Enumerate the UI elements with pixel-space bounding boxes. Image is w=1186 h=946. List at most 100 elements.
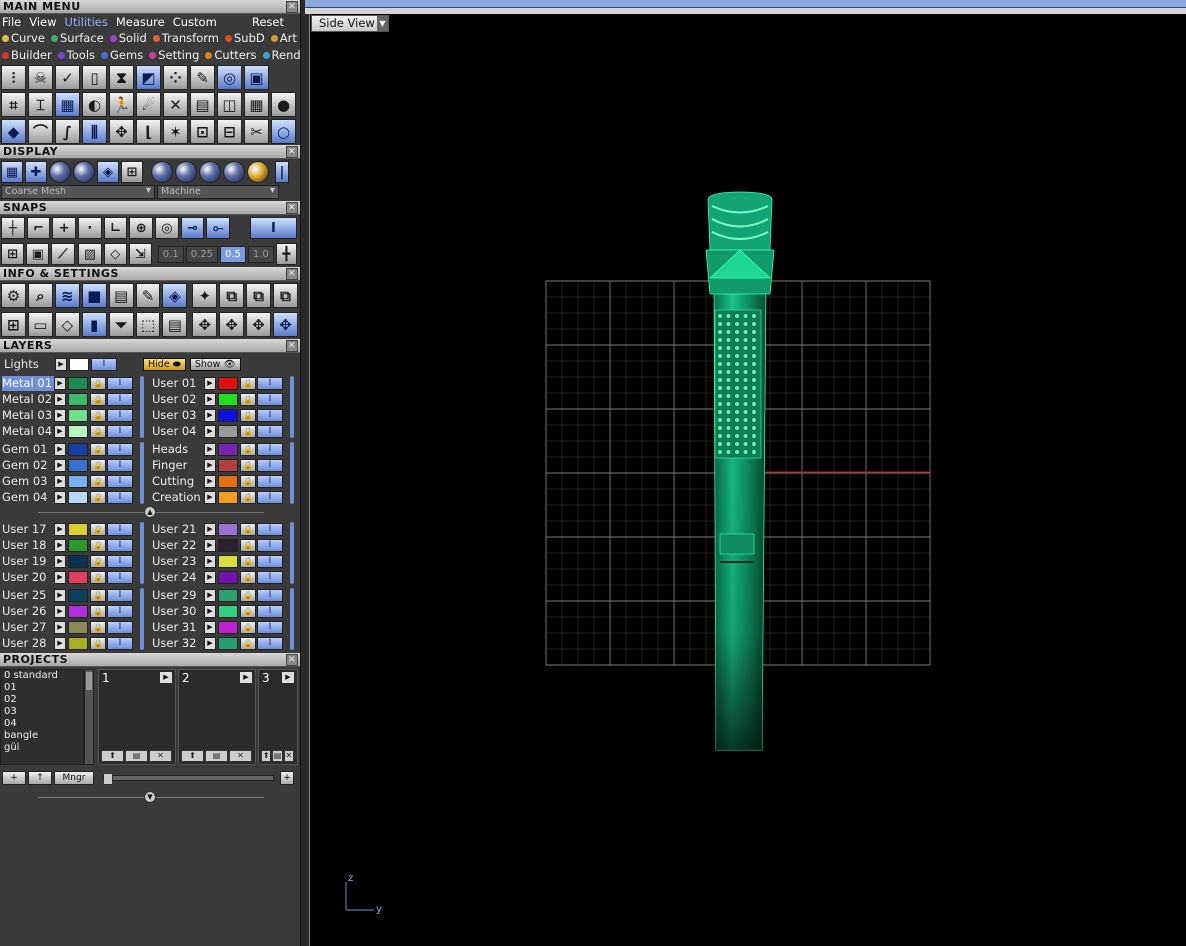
wire-cube-icon[interactable]: ◇ [54, 312, 80, 337]
layer-color-swatch[interactable] [218, 538, 238, 552]
snap-circle-icon[interactable]: ⊕ [129, 217, 154, 239]
layer-name[interactable]: User 21 [152, 522, 204, 537]
visibility-toggle[interactable]: I [107, 408, 133, 422]
layer-color-swatch[interactable] [68, 604, 88, 618]
half-sphere-icon[interactable]: ◐ [82, 92, 107, 117]
layer-row[interactable]: User 27 ▶ 🔒 I [0, 619, 150, 635]
play-icon[interactable]: ▶ [54, 376, 66, 390]
lock-icon[interactable]: 🔒 [240, 636, 256, 650]
visibility-toggle[interactable]: I [107, 620, 133, 634]
category-curve[interactable]: Curve [2, 30, 48, 47]
lock-icon[interactable]: 🔒 [90, 424, 106, 438]
layer-color-swatch[interactable] [218, 522, 238, 536]
show-all-button[interactable]: Show 👁 [189, 357, 241, 371]
layer-name[interactable]: User 31 [152, 620, 204, 635]
lock-icon[interactable]: 🔒 [240, 490, 256, 504]
delete-icon[interactable]: ✕ [283, 750, 294, 762]
layer-name[interactable]: User 25 [2, 588, 54, 603]
play-icon[interactable]: ▶ [282, 672, 294, 683]
play-icon[interactable]: ▶ [54, 474, 66, 488]
copy-1-icon[interactable]: ⧉ [219, 283, 245, 308]
lock-icon[interactable]: 🔒 [240, 620, 256, 634]
layer-name[interactable]: User 28 [2, 636, 54, 651]
layer-name[interactable]: User 19 [2, 554, 54, 569]
runner-icon[interactable]: 🏃 [109, 92, 134, 117]
play-icon[interactable]: ▶ [54, 458, 66, 472]
skull-icon[interactable]: ☠ [28, 65, 53, 90]
snap-cube-icon[interactable]: ▣ [26, 243, 50, 265]
layer-row[interactable]: User 20 ▶ 🔒 I [0, 569, 150, 585]
category-solid[interactable]: Solid [109, 30, 150, 47]
snap-angle-icon[interactable]: ∟ [103, 217, 128, 239]
menu-custom[interactable]: Custom [173, 14, 217, 30]
layer-row[interactable]: Cutting ▶ 🔒 I [150, 473, 300, 489]
view-selector[interactable]: Side View ▼ [311, 15, 389, 32]
burst-icon[interactable]: ✶ [163, 119, 188, 144]
drop-icon[interactable]: ⌊ [136, 119, 161, 144]
snap-curve-icon[interactable]: ⌐ [26, 217, 51, 239]
snap-crosshair-icon[interactable]: ╋ [275, 243, 298, 265]
layer-color-swatch[interactable] [218, 474, 238, 488]
play-icon[interactable]: ▶ [204, 490, 216, 504]
hide-all-button[interactable]: Hide ⬬ [143, 357, 186, 371]
menu-measure[interactable]: Measure [116, 14, 165, 30]
visibility-toggle[interactable]: I [257, 490, 283, 504]
play-icon[interactable]: ▶ [54, 490, 66, 504]
snap-value-1.0[interactable]: 1.0 [247, 245, 274, 263]
ball-icon[interactable]: ● [271, 92, 296, 117]
project-item[interactable]: 0 standard [4, 670, 83, 682]
layer-color-swatch[interactable] [218, 442, 238, 456]
filter-icon[interactable]: ⏷ [108, 312, 134, 337]
layer-row[interactable]: User 28 ▶ 🔒 I [0, 635, 150, 651]
play-icon[interactable]: ▶ [204, 408, 216, 422]
close-icon[interactable]: ✕ [286, 340, 298, 352]
pencil-icon[interactable]: ✎ [190, 65, 215, 90]
visibility-toggle[interactable]: I [107, 538, 133, 552]
visibility-toggle[interactable]: I [107, 458, 133, 472]
visibility-toggle[interactable]: I [107, 588, 133, 602]
delete-icon[interactable]: ✕ [149, 750, 172, 762]
report-icon[interactable]: ▤ [162, 312, 188, 337]
save-icon[interactable]: ▤ [205, 750, 228, 762]
category-cutters[interactable]: Cutters [205, 47, 259, 64]
layer-name[interactable]: User 17 [2, 522, 54, 537]
play-icon[interactable]: ▶ [54, 408, 66, 422]
lock-icon[interactable]: 🔒 [240, 604, 256, 618]
axis-3-icon[interactable]: ✥ [246, 312, 272, 337]
menu-view[interactable]: View [29, 14, 56, 30]
visibility-toggle[interactable]: I [107, 376, 133, 390]
layer-name[interactable]: User 20 [2, 570, 54, 585]
reset-button[interactable]: Reset [252, 14, 284, 30]
box-icon[interactable]: ◫ [217, 92, 242, 117]
layer-name[interactable]: Gem 03 [2, 474, 54, 489]
snap-value-0.5[interactable]: 0.5 [219, 245, 246, 263]
layer-color-swatch[interactable] [68, 620, 88, 634]
visibility-toggle[interactable]: I [257, 620, 283, 634]
project-item[interactable]: 02 [4, 694, 83, 706]
layer-color-swatch[interactable] [68, 554, 88, 568]
mirror-icon[interactable]: ⊟ [217, 119, 242, 144]
lock-icon[interactable]: 🔒 [240, 588, 256, 602]
layer-name[interactable]: Gem 01 [2, 442, 54, 457]
play-icon[interactable]: ▶ [54, 620, 66, 634]
axis-2-icon[interactable]: ✥ [219, 312, 245, 337]
project-item[interactable]: 04 [4, 718, 83, 730]
project-item[interactable]: bangle [4, 730, 83, 742]
lock-icon[interactable]: 🔒 [240, 442, 256, 456]
layer-name[interactable]: Heads [152, 442, 204, 457]
snap-grid-icon[interactable]: ⊞ [1, 243, 25, 265]
load-icon[interactable]: ⬆ [261, 750, 272, 762]
object-icon[interactable]: ■ [81, 283, 107, 308]
layer-name[interactable]: Metal 04 [2, 424, 54, 439]
snap-pen-icon[interactable]: ⟋ [51, 243, 75, 265]
lock-icon[interactable]: 🔒 [90, 620, 106, 634]
play-icon[interactable]: ▶ [204, 554, 216, 568]
settings-icon[interactable]: ⚙ [1, 283, 26, 308]
windows-icon[interactable]: ⊞ [1, 312, 26, 337]
category-transform[interactable]: Transform [152, 30, 222, 47]
wireframe-icon[interactable]: ▦ [1, 161, 23, 183]
layer-row[interactable]: User 02 ▶ 🔒 I [150, 391, 300, 407]
curve-icon[interactable]: ∫ [55, 119, 80, 144]
visibility-toggle[interactable]: I [257, 376, 283, 390]
play-icon[interactable]: ▶ [204, 392, 216, 406]
